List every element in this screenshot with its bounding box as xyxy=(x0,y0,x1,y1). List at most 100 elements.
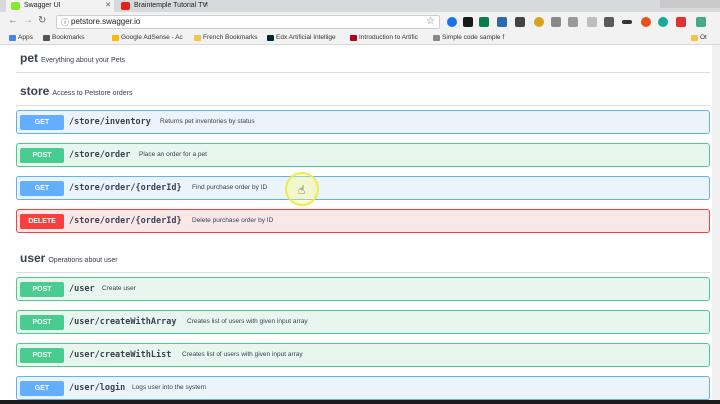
extension-icon[interactable] xyxy=(622,20,632,24)
bookmark-label: Ot xyxy=(700,34,707,41)
section-divider xyxy=(16,105,710,106)
minimize-button[interactable] xyxy=(660,0,680,8)
bookmark-apps[interactable]: Apps xyxy=(8,32,33,44)
method-badge: POST xyxy=(20,148,64,163)
extension-icon[interactable] xyxy=(604,17,614,27)
operation-path: /user xyxy=(69,284,95,294)
swagger-favicon-icon xyxy=(11,2,20,10)
extension-icon[interactable] xyxy=(587,17,597,27)
operation-post-user-create-with-list[interactable]: POST /user/createWithList Creates list o… xyxy=(16,343,710,367)
window-controls xyxy=(660,0,720,8)
extension-icon[interactable] xyxy=(479,17,489,27)
reload-icon[interactable]: ↻ xyxy=(38,15,46,26)
close-window-button[interactable] xyxy=(700,0,720,8)
bookmark-label: Edx Artificial Intellige xyxy=(276,34,336,41)
method-badge: GET xyxy=(20,115,64,130)
address-bar[interactable]: ⓘ petstore.swagger.io ☆ xyxy=(56,15,440,29)
close-tab-icon[interactable]: ✕ xyxy=(105,0,111,12)
close-tab-icon[interactable]: ✕ xyxy=(203,0,209,12)
youtube-favicon-icon xyxy=(121,2,130,10)
tab-label: Swagger UI xyxy=(24,2,61,9)
extension-icon[interactable] xyxy=(447,17,457,27)
extension-icon[interactable] xyxy=(463,17,473,27)
swagger-page: pet Everything about your Pets store Acces… xyxy=(0,45,720,400)
operation-get-store-order-id[interactable]: GET /store/order/{orderId} Find purchase… xyxy=(16,176,710,200)
operation-summary: Creates list of users with given input a… xyxy=(187,318,308,325)
method-badge: GET xyxy=(20,381,64,396)
extension-icon[interactable] xyxy=(551,17,561,27)
bookmark-bookmarks[interactable]: Bookmarks xyxy=(42,32,85,44)
hand-cursor-icon: ☝ xyxy=(298,183,306,197)
section-description: Operations about user xyxy=(48,257,118,264)
operation-post-store-order[interactable]: POST /store/order Place an order for a p… xyxy=(16,143,710,167)
method-badge: POST xyxy=(20,282,64,297)
operation-summary: Returns pet inventories by status xyxy=(160,118,255,125)
method-badge: GET xyxy=(20,181,64,196)
folder-icon xyxy=(691,35,698,41)
operation-get-store-inventory[interactable]: GET /store/inventory Returns pet invento… xyxy=(16,110,710,134)
operation-path: /user/login xyxy=(69,383,126,393)
bookmark-intro-ai[interactable]: Introduction to Artific xyxy=(349,32,418,44)
extension-icon[interactable] xyxy=(676,17,686,27)
bookmark-label: Apps xyxy=(18,34,33,41)
section-pet[interactable]: pet Everything about your Pets xyxy=(20,51,125,65)
bookmark-label: Simple code sample f xyxy=(442,34,505,41)
page-scrollbar[interactable] xyxy=(712,45,720,400)
section-description: Access to Petstore orders xyxy=(52,90,133,97)
operation-summary: Create user xyxy=(102,285,136,292)
bookmark-edx[interactable]: Edx Artificial Intellige xyxy=(266,32,336,44)
site-icon xyxy=(350,35,357,41)
section-title: store xyxy=(20,84,50,98)
bookmark-simple-code[interactable]: Simple code sample f xyxy=(432,32,504,44)
url-text: petstore.swagger.io xyxy=(71,17,141,26)
bookmark-french[interactable]: French Bookmarks xyxy=(193,32,258,44)
operation-path: /store/order xyxy=(69,150,131,160)
extension-icon[interactable] xyxy=(568,17,578,27)
operation-get-user-login[interactable]: GET /user/login Logs user into the syste… xyxy=(16,376,710,400)
operation-summary: Find purchase order by ID xyxy=(192,184,268,191)
taskbar xyxy=(0,400,720,404)
page-icon xyxy=(433,35,440,41)
extension-icon[interactable] xyxy=(497,17,507,27)
section-title: user xyxy=(20,251,46,265)
bookmark-star-icon[interactable]: ☆ xyxy=(426,16,435,27)
forward-arrow-icon[interactable]: → xyxy=(23,15,33,26)
section-title: pet xyxy=(20,51,38,65)
method-badge: POST xyxy=(20,348,64,363)
folder-icon xyxy=(194,35,201,41)
operation-summary: Logs user into the system xyxy=(132,384,207,391)
extension-icon[interactable] xyxy=(534,17,544,27)
bookmarks-bar: Apps Bookmarks Google AdSense - Ac Frenc… xyxy=(0,32,720,45)
section-user[interactable]: user Operations about user xyxy=(20,251,118,265)
operation-path: /user/createWithList xyxy=(69,350,172,360)
operation-post-user[interactable]: POST /user Create user xyxy=(16,277,710,301)
operation-summary: Delete purchase order by ID xyxy=(192,217,274,224)
tab-swagger-ui[interactable]: Swagger UI ✕ xyxy=(6,0,114,12)
info-icon[interactable]: ⓘ xyxy=(61,17,69,28)
extension-icon[interactable] xyxy=(641,17,651,27)
operation-delete-store-order-id[interactable]: DELETE /store/order/{orderId} Delete pur… xyxy=(16,209,710,233)
operation-path: /user/createWithArray xyxy=(69,317,177,327)
section-description: Everything about your Pets xyxy=(41,57,126,64)
section-divider xyxy=(16,272,710,273)
bookmark-label: French Bookmarks xyxy=(203,34,258,41)
tab-braintemple[interactable]: Braintemple Tutorial TV ✕ xyxy=(116,0,212,12)
adsense-icon xyxy=(112,35,119,41)
extension-icon[interactable] xyxy=(696,17,706,27)
operation-path: /store/order/{orderId} xyxy=(69,216,182,226)
operation-path: /store/order/{orderId} xyxy=(69,183,182,193)
operation-summary: Creates list of users with given input a… xyxy=(182,351,303,358)
extension-icon[interactable] xyxy=(658,17,668,27)
operation-summary: Place an order for a pet xyxy=(139,151,207,158)
method-badge: DELETE xyxy=(20,214,64,229)
back-arrow-icon[interactable]: ← xyxy=(8,15,18,26)
section-store[interactable]: store Access to Petstore orders xyxy=(20,84,133,98)
bookmark-adsense[interactable]: Google AdSense - Ac xyxy=(111,32,183,44)
operation-post-user-create-with-array[interactable]: POST /user/createWithArray Creates list … xyxy=(16,310,710,334)
bookmark-other[interactable]: Ot xyxy=(690,32,707,44)
star-icon xyxy=(43,35,50,41)
maximize-button[interactable] xyxy=(680,0,700,8)
extension-icon[interactable] xyxy=(515,17,525,27)
method-badge: POST xyxy=(20,315,64,330)
bookmark-label: Bookmarks xyxy=(52,34,85,41)
